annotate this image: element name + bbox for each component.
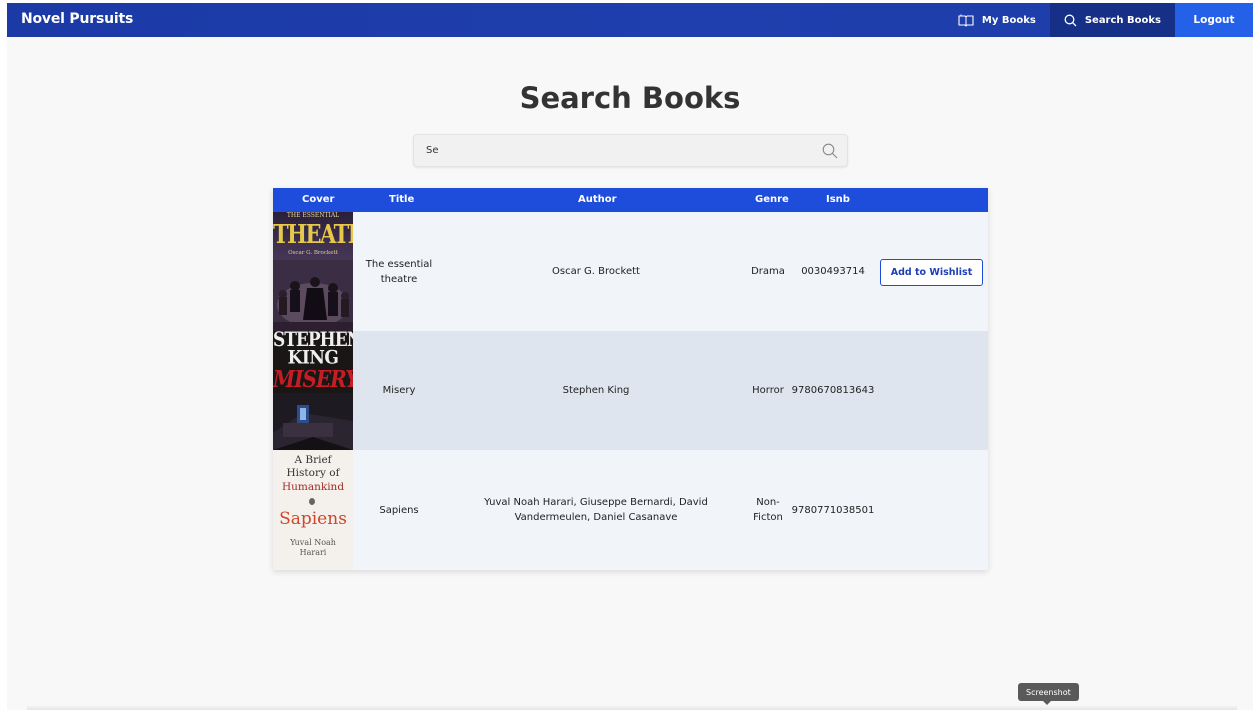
book-cover-image[interactable]: STEPHEN KING MISERY bbox=[273, 331, 353, 450]
top-navbar: Novel Pursuits My Books Search Books Log… bbox=[7, 3, 1253, 37]
book-title: Sapiens bbox=[379, 504, 419, 516]
cover-text: Yuval Noah bbox=[290, 538, 336, 547]
header-cover: Cover bbox=[302, 194, 335, 205]
cover-illustration bbox=[273, 393, 353, 450]
cover-text: MISERY bbox=[273, 365, 353, 393]
logout-label: Logout bbox=[1193, 14, 1235, 26]
cover-text: Humankind bbox=[281, 481, 345, 493]
add-to-wishlist-button[interactable]: Add to Wishlist bbox=[880, 259, 983, 286]
screenshot-tooltip: Screenshot bbox=[1018, 683, 1079, 701]
header-title: Title bbox=[389, 194, 415, 205]
nav-my-books[interactable]: My Books bbox=[944, 3, 1050, 37]
cover-text: Sapiens bbox=[279, 509, 347, 529]
books-table: Cover Title Author Genre Isnb THE ESSENT… bbox=[273, 188, 988, 570]
table-row: THE ESSENTIAL THEATRE Oscar G. Brockett bbox=[273, 212, 988, 331]
search-nav-icon bbox=[1064, 14, 1077, 27]
book-isbn: 0030493714 bbox=[801, 266, 865, 277]
app-viewport: Novel Pursuits My Books Search Books Log… bbox=[7, 3, 1253, 710]
tooltip-arrow bbox=[1043, 701, 1051, 705]
nav-search-books-label: Search Books bbox=[1084, 14, 1161, 26]
search-icon[interactable] bbox=[822, 143, 838, 163]
book-isbn: 9780771038501 bbox=[791, 504, 875, 516]
book-author: Yuval Noah Harari, Giuseppe Bernardi, Da… bbox=[484, 497, 708, 523]
cover-text: A Brief bbox=[294, 454, 332, 466]
book-icon bbox=[958, 14, 974, 27]
cover-text: Oscar G. Brockett bbox=[288, 250, 338, 256]
brand-logo[interactable]: Novel Pursuits bbox=[21, 11, 133, 27]
header-genre: Genre bbox=[755, 194, 789, 205]
page-bottom-edge bbox=[27, 705, 1237, 710]
header-isbn: Isnb bbox=[826, 194, 850, 205]
logout-button[interactable]: Logout bbox=[1175, 3, 1253, 37]
book-cover-image[interactable]: A Brief History of Humankind Sapiens Yuv… bbox=[273, 450, 353, 570]
book-author: Stephen King bbox=[562, 385, 630, 396]
cover-text: Harari bbox=[299, 548, 327, 557]
page-title: Search Books bbox=[519, 81, 741, 115]
nav-search-books[interactable]: Search Books bbox=[1049, 3, 1175, 37]
table-row: A Brief History of Humankind Sapiens Yuv… bbox=[273, 450, 988, 570]
header-author: Author bbox=[578, 194, 617, 205]
search-input[interactable] bbox=[414, 135, 814, 166]
table-header: Cover Title Author Genre Isnb bbox=[273, 188, 988, 212]
cover-illustration bbox=[273, 260, 353, 331]
book-isbn: 9780670813643 bbox=[791, 385, 875, 396]
table-row: STEPHEN KING MISERY Misery Stephen King … bbox=[273, 331, 988, 450]
book-cover-image[interactable]: THE ESSENTIAL THEATRE Oscar G. Brockett bbox=[273, 212, 353, 331]
book-genre: Non-Ficton bbox=[753, 497, 783, 523]
nav-my-books-label: My Books bbox=[981, 14, 1036, 26]
book-author: Oscar G. Brockett bbox=[552, 266, 640, 277]
cover-text: THEATRE bbox=[273, 217, 353, 250]
book-title: Misery bbox=[382, 385, 416, 396]
fingerprint-icon bbox=[309, 498, 315, 505]
book-genre: Horror bbox=[752, 385, 784, 396]
nav-menu: My Books Search Books Logout bbox=[944, 3, 1253, 37]
book-title: The essential theatre bbox=[365, 258, 433, 285]
search-box bbox=[413, 134, 848, 167]
book-genre: Drama bbox=[751, 266, 785, 277]
cover-text: History of bbox=[286, 467, 340, 479]
